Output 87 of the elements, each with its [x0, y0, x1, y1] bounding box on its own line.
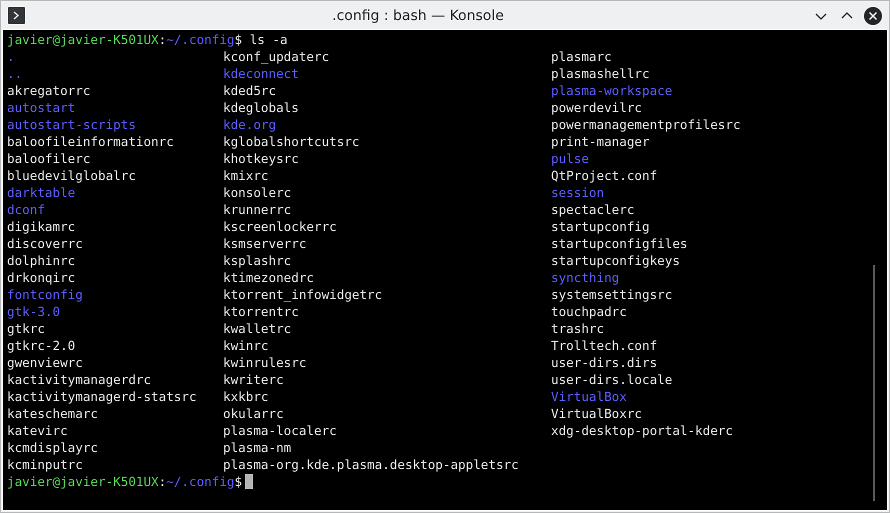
file-name: ktimezonedrc — [223, 269, 314, 286]
file-name: plasma-localerc — [223, 422, 337, 439]
window-title: .config : bash — Konsole — [331, 8, 505, 24]
file-name: ktorrentrc — [223, 303, 299, 320]
text-cursor — [245, 474, 254, 489]
file-name: ksplashrc — [223, 252, 292, 269]
prompt-user-host: javier@javier-K501UX — [7, 473, 159, 490]
command-text: ls -a — [248, 31, 288, 48]
file-name: plasmashellrc — [551, 65, 650, 82]
file-name: konsolerc — [223, 184, 292, 201]
file-name: drkonqirc — [7, 269, 76, 286]
file-name: katevirc — [7, 422, 68, 439]
directory-name: kdeconnect — [223, 65, 299, 82]
directory-name: kde.org — [223, 116, 276, 133]
file-name: VirtualBoxrc — [551, 405, 642, 422]
file-name: kdeglobals — [223, 99, 299, 116]
file-name: kactivitymanagerdrc — [7, 371, 152, 388]
directory-name: plasma-workspace — [551, 82, 672, 99]
directory-name: session — [551, 184, 604, 201]
file-name: user-dirs.dirs — [551, 354, 658, 371]
file-name: systemsettingsrc — [551, 286, 672, 303]
prompt-separator: : — [158, 31, 166, 48]
directory-name: .. — [7, 65, 22, 82]
file-name: kcmdisplayrc — [7, 439, 98, 456]
file-name: baloofilerc — [7, 150, 90, 167]
file-name: gtkrc — [7, 320, 45, 337]
file-name: dolphinrc — [7, 252, 76, 269]
file-name: trashrc — [551, 320, 604, 337]
file-name: startupconfigkeys — [551, 252, 680, 269]
file-name: powermanagementprofilesrc — [551, 116, 741, 133]
file-name: kmixrc — [223, 167, 268, 184]
file-name: discoverrc — [7, 235, 83, 252]
file-name: startupconfigfiles — [551, 235, 688, 252]
terminal-icon[interactable] — [8, 7, 25, 24]
prompt-separator: : — [158, 473, 166, 490]
file-name: kglobalshortcutsrc — [223, 133, 360, 150]
file-name: kwalletrc — [223, 320, 292, 337]
directory-name: VirtualBox — [551, 388, 627, 405]
file-name: bluedevilglobalrc — [7, 167, 136, 184]
file-name: kactivitymanagerd-statsrc — [7, 388, 197, 405]
prompt-path: ~/.config — [166, 31, 234, 48]
file-name: startupconfig — [551, 218, 650, 235]
file-name: kscreenlockerrc — [223, 218, 337, 235]
prompt-symbol: $ — [234, 473, 242, 490]
file-name: okularrc — [223, 405, 284, 422]
file-name: print-manager — [551, 133, 650, 150]
prompt-symbol: $ — [234, 31, 242, 48]
file-name: plasma-org.kde.plasma.desktop-appletsrc — [223, 456, 519, 473]
file-name: gtkrc-2.0 — [7, 337, 76, 354]
file-name: QtProject.conf — [551, 167, 658, 184]
file-name: kded5rc — [223, 82, 276, 99]
file-name: user-dirs.locale — [551, 371, 672, 388]
file-name: xdg-desktop-portal-kderc — [551, 422, 733, 439]
directory-name: autostart — [7, 99, 76, 116]
file-name: ktorrent_infowidgetrc — [223, 286, 382, 303]
file-name: kcminputrc — [7, 456, 83, 473]
directory-name: gtk-3.0 — [7, 303, 60, 320]
file-name: Trolltech.conf — [551, 337, 658, 354]
directory-name: dconf — [7, 201, 45, 218]
file-name: krunnerrc — [223, 201, 292, 218]
directory-name: darktable — [7, 184, 76, 201]
directory-name: autostart-scripts — [7, 116, 136, 133]
file-name: khotkeysrc — [223, 150, 299, 167]
file-name: kxkbrc — [223, 388, 268, 405]
directory-name: pulse — [551, 150, 589, 167]
close-icon[interactable] — [863, 6, 883, 26]
file-name: plasmarc — [551, 48, 612, 65]
file-name: kwinrulesrc — [223, 354, 306, 371]
file-name: powerdevilrc — [551, 99, 642, 116]
file-name: baloofileinformationrc — [7, 133, 174, 150]
file-name: kateschemarc — [7, 405, 98, 422]
directory-name: syncthing — [551, 269, 620, 286]
file-name: gwenviewrc — [7, 354, 83, 371]
file-name: akregatorrc — [7, 82, 90, 99]
prompt-path: ~/.config — [166, 473, 234, 490]
file-name: kwinrc — [223, 337, 268, 354]
scrollbar[interactable] — [873, 265, 875, 501]
file-name: digikamrc — [7, 218, 76, 235]
file-name: plasma-nm — [223, 439, 292, 456]
file-name: kconf_updaterc — [223, 48, 330, 65]
prompt-user-host: javier@javier-K501UX — [7, 31, 159, 48]
file-name: touchpadrc — [551, 303, 627, 320]
directory-name: . — [7, 48, 15, 65]
file-name: spectaclerc — [551, 201, 634, 218]
file-name: ksmserverrc — [223, 235, 306, 252]
file-name: kwriterc — [223, 371, 284, 388]
directory-name: fontconfig — [7, 286, 83, 303]
